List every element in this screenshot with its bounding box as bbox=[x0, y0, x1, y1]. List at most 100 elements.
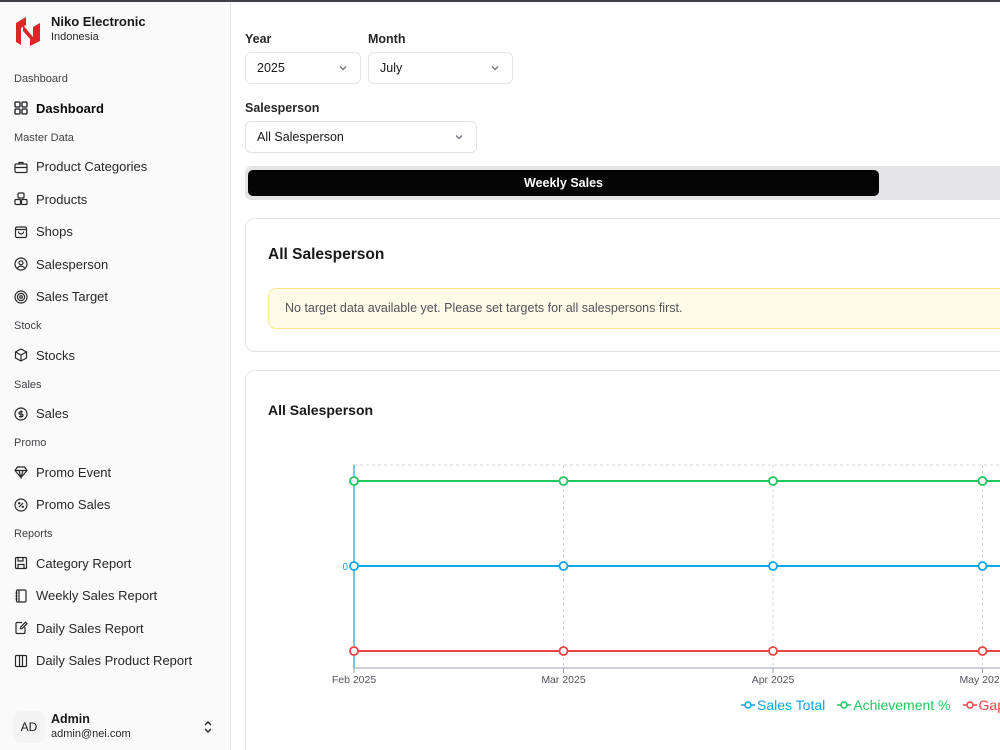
gem-icon bbox=[14, 466, 28, 480]
month-select[interactable]: July bbox=[368, 52, 513, 84]
user-circle-icon bbox=[14, 257, 28, 271]
chart-legend: Sales Total Achievement % Gap % bbox=[741, 697, 1000, 713]
sidebar-item-label: Category Report bbox=[36, 555, 132, 571]
chevron-down-icon bbox=[491, 66, 499, 71]
nav-group-label-stock: Stock bbox=[14, 320, 42, 332]
sidebar-item-label: Promo Event bbox=[36, 464, 112, 480]
sidebar-item-label: Shops bbox=[36, 224, 73, 240]
sidebar-item-daily-sales-report[interactable]: Daily Sales Report bbox=[0, 612, 230, 645]
sidebar: Niko Electronic Indonesia Dashboard Dash… bbox=[0, 0, 231, 750]
target-card: All Salesperson No target data available… bbox=[245, 218, 1000, 352]
x-tick-label: Mar 2025 bbox=[541, 674, 586, 686]
data-point bbox=[768, 476, 778, 486]
data-point bbox=[349, 561, 359, 571]
sidebar-item-label: Products bbox=[36, 191, 88, 207]
main-content: Year 2025 Month July Salesperson All Sal… bbox=[231, 0, 1000, 750]
salesperson-label: Salesperson bbox=[245, 101, 320, 115]
sidebar-item-label: Daily Sales Report bbox=[36, 620, 144, 636]
nav-group-label-dashboard: Dashboard bbox=[14, 73, 68, 85]
sales-line-chart: 0 Feb 2025 Mar 2025 Apr 2025 May 2025 bbox=[332, 464, 1000, 686]
brand[interactable]: Niko Electronic Indonesia bbox=[14, 14, 146, 47]
brand-logo-icon bbox=[16, 17, 40, 46]
top-border bbox=[0, 0, 1000, 2]
brand-name: Niko Electronic bbox=[51, 14, 146, 29]
legend-marker-icon bbox=[962, 701, 977, 709]
briefcase-icon bbox=[14, 161, 28, 173]
nav-group-label-reports: Reports bbox=[14, 528, 53, 540]
dashboard-grid-icon bbox=[14, 101, 28, 115]
nav-group-label-sales: Sales bbox=[14, 378, 42, 391]
sidebar-item-label: Sales Target bbox=[36, 289, 109, 305]
x-tick-label: Feb 2025 bbox=[332, 674, 377, 686]
sidebar-item-dashboard[interactable]: Dashboard bbox=[0, 92, 230, 125]
save-icon bbox=[14, 557, 28, 570]
sidebar-item-label: Weekly Sales Report bbox=[36, 588, 158, 604]
chevron-down-icon bbox=[455, 135, 463, 140]
year-select-value: 2025 bbox=[257, 61, 285, 75]
badge-percent-icon bbox=[14, 498, 28, 512]
data-point bbox=[977, 561, 988, 571]
data-point bbox=[558, 561, 569, 571]
salesperson-select[interactable]: All Salesperson bbox=[245, 121, 477, 153]
sidebar-item-sales-target[interactable]: Sales Target bbox=[0, 281, 230, 314]
data-point bbox=[349, 476, 359, 486]
nav-group-label-promo: Promo bbox=[14, 437, 47, 449]
sidebar-item-promo-sales[interactable]: Promo Sales bbox=[0, 489, 230, 522]
target-icon bbox=[14, 290, 28, 304]
data-point bbox=[768, 646, 778, 656]
sidebar-item-label: Product Categories bbox=[36, 159, 148, 175]
data-point bbox=[977, 646, 988, 656]
sidebar-item-label: Promo Sales bbox=[36, 497, 111, 513]
sidebar-item-product-categories[interactable]: Product Categories bbox=[0, 151, 230, 184]
sidebar-item-products[interactable]: Products bbox=[0, 183, 230, 216]
user-name: Admin bbox=[51, 712, 90, 726]
legend-item-achievement[interactable]: Achievement % bbox=[837, 697, 951, 713]
legend-label: Achievement % bbox=[853, 697, 951, 713]
sidebar-item-label: Sales bbox=[36, 406, 69, 422]
legend-item-gap[interactable]: Gap % bbox=[962, 697, 1000, 713]
shopping-bag-icon bbox=[14, 226, 28, 238]
y-tick-label: 0 bbox=[342, 562, 348, 573]
data-point bbox=[349, 646, 359, 656]
legend-marker-icon bbox=[741, 701, 755, 709]
package-icon bbox=[14, 348, 28, 362]
boxes-icon bbox=[14, 192, 28, 206]
sidebar-item-label: Salesperson bbox=[36, 256, 109, 272]
sidebar-item-shops[interactable]: Shops bbox=[0, 216, 230, 249]
chevrons-up-down-icon[interactable] bbox=[202, 719, 214, 735]
dollar-circle-icon bbox=[14, 407, 28, 421]
sidebar-item-label: Daily Sales Product Report bbox=[36, 653, 193, 669]
legend-label: Sales Total bbox=[757, 697, 826, 713]
sidebar-item-daily-sales-product-report[interactable]: Daily Sales Product Report bbox=[0, 645, 230, 678]
notebook-icon bbox=[15, 589, 27, 603]
sidebar-item-label: Stocks bbox=[36, 347, 76, 363]
legend-item-sales-total[interactable]: Sales Total bbox=[741, 697, 825, 713]
sidebar-item-promo-event[interactable]: Promo Event bbox=[0, 456, 230, 489]
avatar: AD bbox=[13, 711, 45, 743]
month-label: Month bbox=[368, 32, 406, 46]
year-label: Year bbox=[245, 32, 272, 46]
tab-weekly-sales[interactable]: Weekly Sales bbox=[248, 170, 879, 196]
nav-group-label-master-data: Master Data bbox=[14, 131, 74, 144]
tab-bar: Weekly Sales bbox=[245, 166, 1000, 200]
brand-subtitle: Indonesia bbox=[51, 31, 99, 43]
user-menu[interactable]: AD Admin admin@nei.com bbox=[0, 704, 230, 750]
sidebar-item-sales[interactable]: Sales bbox=[0, 398, 230, 431]
file-pen-icon bbox=[15, 621, 28, 635]
sidebar-nav: Dashboard Dashboard Master Data Product … bbox=[0, 66, 230, 698]
sidebar-item-category-report[interactable]: Category Report bbox=[0, 547, 230, 580]
columns-icon bbox=[14, 654, 28, 667]
sidebar-item-weekly-sales-report[interactable]: Weekly Sales Report bbox=[0, 580, 230, 613]
legend-label: Gap % bbox=[978, 697, 1000, 713]
salesperson-select-value: All Salesperson bbox=[257, 130, 344, 144]
data-point bbox=[558, 646, 569, 656]
sidebar-item-salesperson[interactable]: Salesperson bbox=[0, 248, 230, 281]
sidebar-item-stocks[interactable]: Stocks bbox=[0, 339, 230, 372]
chevron-down-icon bbox=[339, 66, 347, 71]
x-tick-label: May 2025 bbox=[959, 674, 1000, 686]
no-target-alert: No target data available yet. Please set… bbox=[268, 288, 1000, 329]
data-point bbox=[558, 476, 569, 486]
year-select[interactable]: 2025 bbox=[245, 52, 361, 84]
data-point bbox=[768, 561, 778, 571]
x-tick-label: Apr 2025 bbox=[752, 674, 795, 686]
